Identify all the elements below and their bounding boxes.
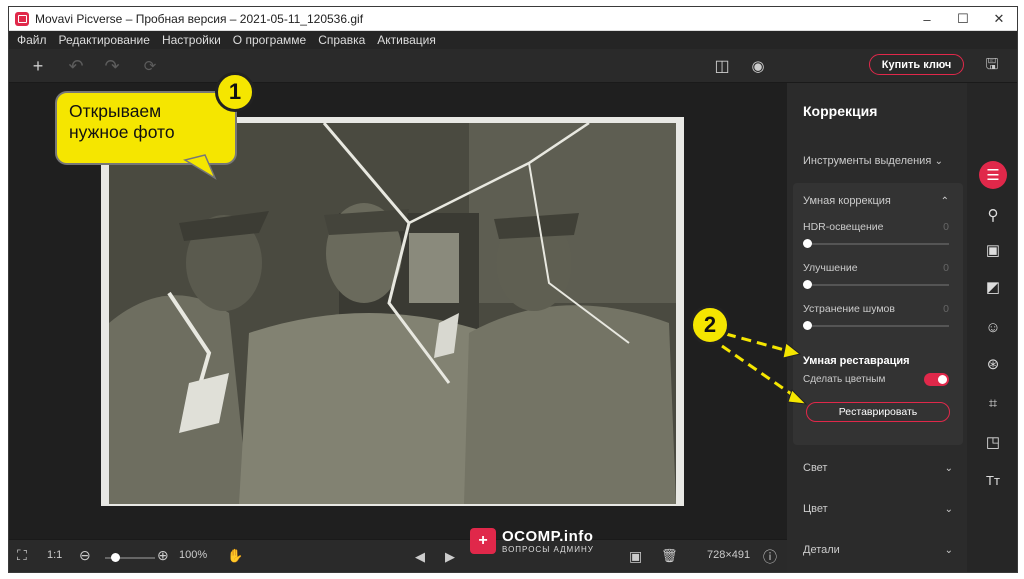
stamp-icon[interactable]: ⚲ [979,201,1007,229]
fullscreen-icon[interactable]: ⛶ [17,547,27,564]
slider-value: 0 [943,221,949,233]
frame-icon[interactable]: ◩ [979,273,1007,301]
face-icon[interactable]: ☺ [979,313,1007,341]
image-dimensions: 728×491 [707,549,751,561]
save-icon[interactable]: 🖫 [981,55,1003,77]
zoom-out-icon[interactable]: ⊖ [79,547,91,564]
zoom-slider-thumb[interactable] [111,553,120,562]
slider-thumb[interactable] [803,321,812,330]
smart-correction-header[interactable]: Умная коррекция ⌃ [803,195,949,207]
reset-button[interactable]: ⟳ [139,55,161,77]
undo-button[interactable]: ↶ [65,55,87,77]
add-button[interactable]: + [27,55,49,77]
redo-button[interactable]: ↷ [101,55,123,77]
menu-item-activation[interactable]: Активация [377,33,436,47]
watermark-logo: + [470,528,496,554]
next-image-button[interactable]: ▶ [445,549,455,565]
zoom-value: 100% [179,549,208,561]
old-photo-soldiers [109,123,676,504]
close-button[interactable]: ✕ [981,7,1017,31]
window-title: Movavi Picverse – Пробная версия – 2021-… [35,11,364,26]
select-icon[interactable]: ◳ [979,428,1007,456]
section-label: Инструменты выделения [803,155,932,167]
menu-bar: Файл Редактирование Настройки О программ… [9,31,1017,49]
photo-illustration [109,123,676,504]
chevron-down-icon: ⌄ [944,462,953,474]
correction-panel: Коррекция Инструменты выделения ⌄ Умная … [787,83,967,572]
buy-key-button[interactable]: Купить ключ [869,54,964,75]
menu-item-file[interactable]: Файл [17,33,47,47]
zoom-in-icon[interactable]: ⊕ [157,547,169,564]
callout-open-photo: Открываем нужное фото [55,91,237,165]
slider-thumb[interactable] [803,280,812,289]
previous-image-button[interactable]: ◀ [415,549,425,565]
slider-thumb[interactable] [803,239,812,248]
smart-restoration-title: Умная реставрация [803,355,910,367]
toolbar: + ↶ ↷ ⟳ ◫ ◉ Купить ключ 🖫 [9,49,1017,83]
zoom-1-1-button[interactable]: 1:1 [47,549,62,561]
enhance-slider[interactable]: Улучшение 0 [803,262,949,289]
section-label: Умная коррекция [803,195,891,207]
section-label: Свет [803,462,828,474]
colorize-toggle[interactable] [924,373,949,386]
image-icon[interactable]: ▣ [629,548,642,565]
app-logo-icon [15,11,29,26]
menu-item-about[interactable]: О программе [233,33,306,47]
slider-label: Улучшение [803,262,858,274]
chevron-down-icon: ⌄ [944,544,953,556]
chevron-down-icon: ⌄ [934,155,943,167]
panel-title: Коррекция [803,103,878,119]
section-label: Детали [803,544,840,556]
adjust-icon[interactable]: ☰ [979,161,1007,189]
title-bar: Movavi Picverse – Пробная версия – 2021-… [9,7,1017,31]
preview-eye-icon[interactable]: ◉ [747,55,769,77]
smart-correction-panel: Умная коррекция ⌃ HDR-освещение 0 Улучшен… [793,183,963,445]
watermark: + OCOMP.info ВОПРОСЫ АДМИНУ [470,528,594,554]
crop-icon[interactable]: ⌗ [979,389,1007,417]
colorize-row: Сделать цветным [803,373,949,386]
hdr-slider[interactable]: HDR-освещение 0 [803,221,949,248]
slider-track[interactable] [803,321,949,330]
slider-label: Устранение шумов [803,303,895,315]
filters-icon[interactable]: ⊛ [979,350,1007,378]
step-badge-1: 1 [215,72,255,112]
bottom-toolbar: ⛶ 1:1 ⊖ ⊕ 100% ✋ ◀ ▶ ▣ 🗑 728×491 ⓘ [9,539,787,572]
denoise-slider[interactable]: Устранение шумов 0 [803,303,949,330]
chevron-down-icon: ⌄ [944,503,953,515]
photo-frame [101,117,684,506]
hand-tool-icon[interactable]: ✋ [227,548,243,564]
section-label: Цвет [803,503,828,515]
light-section[interactable]: Свет ⌄ [803,462,953,474]
details-section[interactable]: Детали ⌄ [803,544,953,556]
selection-tools-section[interactable]: Инструменты выделения ⌄ [803,155,943,167]
info-icon[interactable]: ⓘ [763,547,777,567]
image-icon[interactable]: ▣ [979,236,1007,264]
compare-button[interactable]: ◫ [711,55,733,77]
color-section[interactable]: Цвет ⌄ [803,503,953,515]
slider-label: HDR-освещение [803,221,884,233]
minimize-button[interactable]: – [909,7,945,31]
slider-track[interactable] [803,239,949,248]
callout-text: Открываем нужное фото [69,101,175,142]
menu-item-settings[interactable]: Настройки [162,33,221,47]
slider-value: 0 [943,303,949,315]
restore-button[interactable]: Реставрировать [806,402,950,422]
maximize-button[interactable]: ☐ [945,7,981,31]
step-badge-2: 2 [690,305,730,345]
text-icon[interactable]: Tт [979,466,1007,494]
colorize-label: Сделать цветным [803,374,886,385]
tools-rail: ☰ ⚲ ▣ ◩ ☺ ⊛ ⌗ ◳ Tт [967,83,1017,572]
watermark-main: OCOMP.info [502,528,594,545]
watermark-sub: ВОПРОСЫ АДМИНУ [502,545,594,554]
delete-icon[interactable]: 🗑 [661,548,678,564]
menu-item-edit[interactable]: Редактирование [59,33,150,47]
menu-item-help[interactable]: Справка [318,33,365,47]
chevron-up-icon: ⌃ [940,195,949,207]
window-controls: – ☐ ✕ [909,7,1017,31]
slider-track[interactable] [803,280,949,289]
slider-value: 0 [943,262,949,274]
